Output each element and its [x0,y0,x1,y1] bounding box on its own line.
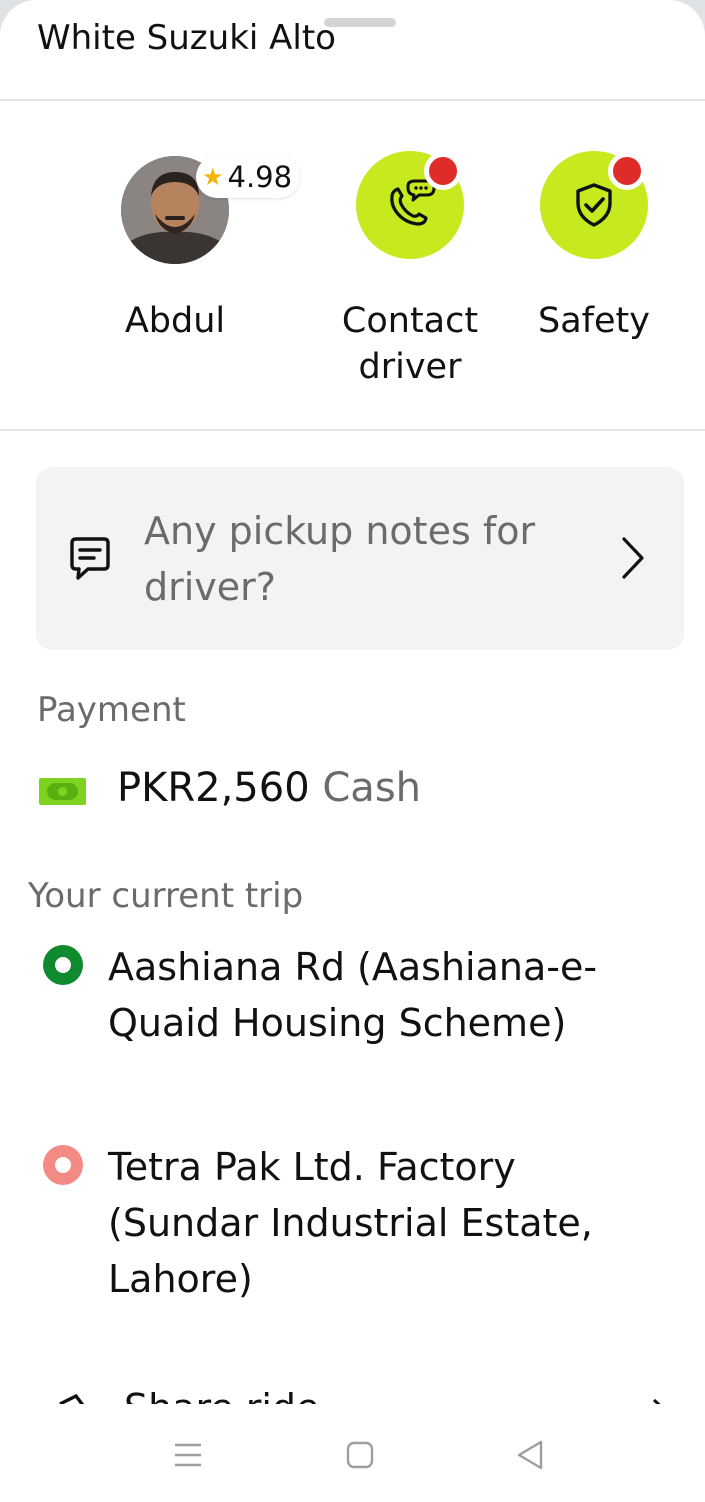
back-triangle-icon [517,1440,543,1470]
payment-amount: PKR2,560 [117,765,310,811]
pickup-notes-button[interactable]: Any pickup notes for driver? [36,467,684,650]
home-button[interactable] [335,1430,385,1480]
back-button[interactable] [505,1430,555,1480]
contact-notification-dot [424,152,462,190]
payment-heading: Payment [37,690,186,730]
pickup-notes-placeholder: Any pickup notes for driver? [144,509,536,609]
current-trip-heading: Your current trip [28,876,304,916]
contact-driver-label: Contact driver [341,301,479,387]
payment-method[interactable]: PKR2,560 Cash [117,765,421,811]
message-icon [66,535,114,587]
recent-apps-button[interactable] [163,1430,213,1480]
pickup-location[interactable]: Aashiana Rd (Aashiana-e-Quaid Housing Sc… [108,939,668,1051]
phone-chat-icon [390,179,436,226]
pickup-marker-icon [43,945,83,985]
shield-check-icon [576,183,612,227]
driver-rating-badge: ★ 4.98 [196,156,301,198]
star-icon: ★ [202,163,224,191]
safety-label: Safety [538,301,650,341]
chevron-right-icon [620,535,646,585]
dropoff-marker-icon [43,1145,83,1185]
trip-details-sheet: White Suzuki Alto ★ 4.98 Abdul Contact d… [0,0,705,1502]
share-ride-label: Share ride [124,1386,319,1406]
rating-value: 4.98 [227,160,293,194]
vehicle-title: White Suzuki Alto [37,18,336,58]
divider [0,99,705,101]
dropoff-location[interactable]: Tetra Pak Ltd. Factory (Sundar Industria… [108,1139,668,1307]
payment-type: Cash [322,765,422,811]
share-ride-row[interactable]: Share ride [40,1386,680,1406]
divider [0,429,705,431]
cash-icon [39,778,86,805]
driver-name[interactable]: Abdul [95,298,255,344]
safety-notification-dot [608,152,646,190]
home-square-icon [346,1441,374,1469]
menu-icon [175,1443,201,1467]
system-navigation-bar [0,1404,705,1502]
